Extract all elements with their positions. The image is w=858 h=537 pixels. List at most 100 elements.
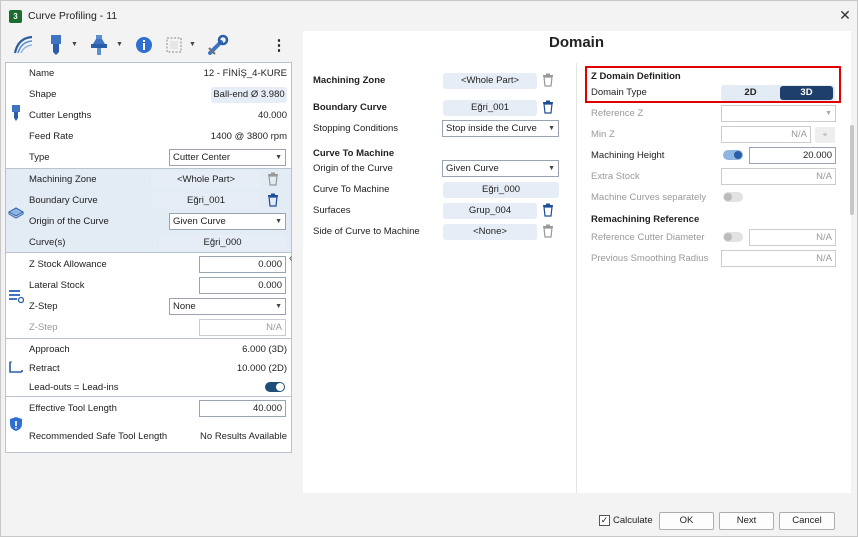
mh-toggle[interactable] xyxy=(723,150,743,160)
trash-icon[interactable] xyxy=(267,193,279,207)
psr-input: N/A xyxy=(721,250,836,267)
calculate-label: Calculate xyxy=(613,515,653,526)
cutter-lengths-row: Cutter Lengths 40.000 xyxy=(29,106,289,126)
zstock-input[interactable]: 0.000 xyxy=(199,256,286,273)
domain-origin-select-value: Given Curve xyxy=(446,163,499,174)
zone-section-icon xyxy=(8,207,24,219)
domain-origin-select[interactable]: Given Curve ▼ xyxy=(442,160,559,177)
trash-icon[interactable] xyxy=(542,73,554,87)
trash-icon[interactable] xyxy=(542,100,554,114)
stock-icon[interactable] xyxy=(163,31,185,58)
minz-row: Min Z N/A ⌖ xyxy=(591,125,837,145)
lateral-row: Lateral Stock 0.000 xyxy=(29,276,289,296)
ctm-heading: Curve To Machine xyxy=(313,148,395,159)
toolbar: ▼ ▼ ▼ ⋮ xyxy=(5,31,293,61)
zstep-select[interactable]: None ▼ xyxy=(169,298,286,315)
curves-label: Curve(s) xyxy=(29,237,66,248)
zstock-row: Z Stock Allowance 0.000 xyxy=(29,255,289,275)
ok-button[interactable]: OK xyxy=(659,512,714,530)
extra-row: Extra Stock N/A xyxy=(591,167,837,187)
shape-label: Shape xyxy=(29,89,57,100)
zone-origin-row: Origin of the Curve Given Curve ▼ xyxy=(29,212,289,232)
trash-icon[interactable] xyxy=(267,172,279,186)
trash-icon[interactable] xyxy=(542,203,554,217)
surfaces-value[interactable]: Grup_004 xyxy=(443,203,537,219)
toggle-knob xyxy=(734,151,742,159)
trash-icon[interactable] xyxy=(542,224,554,238)
tool-name-row: Name 12 - FİNİŞ_4-KURE xyxy=(29,64,289,84)
feed-rate-row: Feed Rate 1400 @ 3800 rpm xyxy=(29,127,289,147)
type-row: Type Cutter Center ▼ xyxy=(29,148,289,168)
domain-bc-value[interactable]: Eğri_001 xyxy=(443,100,537,116)
stock-section: Z Stock Allowance 0.000 Lateral Stock 0.00… xyxy=(6,253,291,339)
zstep-row: Z-Step None ▼ xyxy=(29,297,289,317)
info-icon[interactable] xyxy=(133,31,155,58)
column-divider xyxy=(576,63,577,493)
left-panel: Name 12 - FİNİŞ_4-KURE Shape Ball-end Ø 3.… xyxy=(5,62,292,453)
stock-dropdown-icon[interactable]: ▼ xyxy=(189,41,196,48)
lateral-stock-input[interactable]: 0.000 xyxy=(199,277,286,294)
zone-bc-row: Boundary Curve Eğri_001 xyxy=(29,191,289,211)
rcd-input: N/A xyxy=(749,229,836,246)
mh-row: Machining Height 20.000 xyxy=(591,146,837,166)
title-bar: 3 Curve Profiling - 11 ✕ xyxy=(1,1,857,31)
mcs-label: Machine Curves separately xyxy=(591,192,707,203)
shield-icon xyxy=(10,417,22,431)
calculate-checkbox[interactable]: ✓ xyxy=(599,515,610,526)
page-title: Domain xyxy=(549,34,605,51)
holder-dropdown-icon[interactable]: ▼ xyxy=(116,41,123,48)
rcd-row: Reference Cutter Diameter N/A xyxy=(591,228,837,248)
leadouts-row: Lead-outs = Lead-ins xyxy=(29,378,289,398)
scrollbar[interactable] xyxy=(850,125,854,215)
cutter-section-icon xyxy=(12,105,20,121)
zstep-secondary-input: N/A xyxy=(199,319,286,336)
type-select[interactable]: Cutter Center ▼ xyxy=(169,149,286,166)
shape-value[interactable]: Ball-end Ø 3.980 xyxy=(211,87,287,103)
toolpath-strategy-icon[interactable] xyxy=(9,31,39,58)
side-label: Side of Curve to Machine xyxy=(313,226,420,237)
origin-curve-select[interactable]: Given Curve ▼ xyxy=(169,213,286,230)
chevron-down-icon: ▼ xyxy=(275,303,282,310)
zone-mz-row: Machining Zone <Whole Part> xyxy=(29,170,289,190)
zstep-label: Z-Step xyxy=(29,301,58,312)
cutter-icon[interactable] xyxy=(45,31,67,58)
stopping-row: Stopping Conditions Stop inside the Curve… xyxy=(313,119,568,139)
side-value[interactable]: <None> xyxy=(443,224,537,240)
domain-mz-row: Machining Zone <Whole Part> xyxy=(313,71,568,91)
stopping-select[interactable]: Stop inside the Curve ▼ xyxy=(442,120,559,137)
approach-value: 6.000 (3D) xyxy=(242,344,287,355)
retract-row: Retract 10.000 (2D) xyxy=(29,359,289,379)
cutter-lengths-value: 40.000 xyxy=(257,110,287,121)
shape-row: Shape Ball-end Ø 3.980 xyxy=(29,85,289,105)
mcs-row: Machine Curves separately xyxy=(591,188,837,208)
rstl-label: Recommended Safe Tool Length xyxy=(29,431,168,442)
domain-ctm-value[interactable]: Eğri_000 xyxy=(443,182,559,198)
tool-name-label: Name xyxy=(29,68,55,79)
more-icon[interactable]: ⋮ xyxy=(271,31,287,58)
curves-value[interactable]: Eğri_000 xyxy=(159,235,286,251)
next-button[interactable]: Next xyxy=(719,512,774,530)
stock-section-icon xyxy=(9,290,24,304)
leadouts-toggle[interactable] xyxy=(265,382,285,392)
collapse-panel-icon[interactable]: ‹ xyxy=(289,253,292,264)
domain-ctm-row: Curve To Machine Eğri_000 xyxy=(313,180,568,200)
mh-input[interactable]: 20.000 xyxy=(749,147,836,164)
wrench-icon[interactable] xyxy=(205,31,231,58)
cutter-dropdown-icon[interactable]: ▼ xyxy=(71,41,78,48)
refz-select: ▼ xyxy=(721,105,836,122)
highlight-box xyxy=(585,66,841,103)
lateral-stock-label: Lateral Stock xyxy=(29,280,85,291)
machining-zone-value[interactable]: <Whole Part> xyxy=(151,172,261,188)
etl-input[interactable]: 40.000 xyxy=(199,400,286,417)
domain-mz-value[interactable]: <Whole Part> xyxy=(443,73,537,89)
etl-row: Effective Tool Length 40.000 xyxy=(29,399,289,419)
close-icon[interactable]: ✕ xyxy=(837,7,853,23)
domain-mz-label: Machining Zone xyxy=(313,75,386,86)
mcs-toggle xyxy=(723,192,743,202)
holder-icon[interactable] xyxy=(87,31,111,58)
cancel-button[interactable]: Cancel xyxy=(779,512,835,530)
tool-section: Name 12 - FİNİŞ_4-KURE Shape Ball-end Ø 3.… xyxy=(6,63,291,169)
origin-curve-select-value: Given Curve xyxy=(173,216,226,227)
rcd-toggle xyxy=(723,232,743,242)
boundary-curve-value[interactable]: Eğri_001 xyxy=(151,193,261,209)
